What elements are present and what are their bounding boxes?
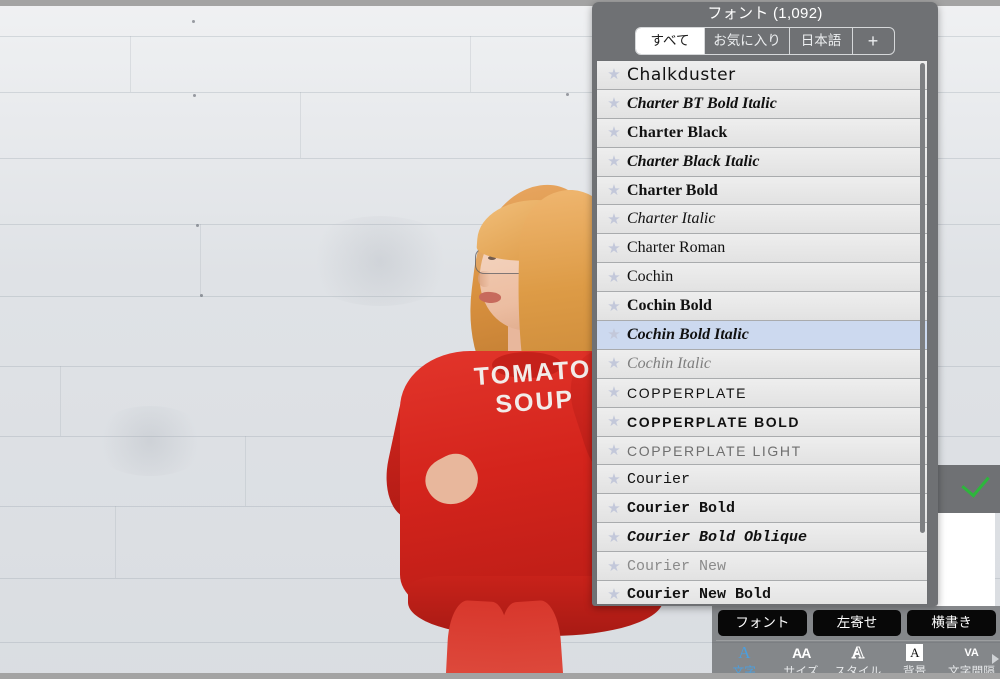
sweater-collar (492, 352, 562, 378)
direction-button[interactable]: 横書き (907, 610, 997, 636)
font-name-label: Cochin Bold (627, 297, 712, 315)
font-list-item-selected[interactable]: ★ Cochin Bold Italic (597, 321, 927, 350)
favorite-star-icon[interactable]: ★ (603, 443, 625, 458)
brick-joint (300, 92, 301, 158)
favorite-star-icon[interactable]: ★ (603, 183, 625, 198)
brick-joint (115, 506, 116, 578)
font-name-label: Copperplate (627, 384, 748, 401)
font-name-label: Cochin (627, 268, 674, 286)
font-list-item[interactable]: ★ Copperplate Bold (597, 407, 927, 437)
font-list-item[interactable]: ★ Copperplate Light (597, 436, 927, 466)
wall-texture (90, 406, 210, 476)
wall-speck (196, 224, 199, 227)
font-list-item[interactable]: ★ Charter Bold (597, 176, 927, 206)
panel-title: フォント (1,092) (707, 5, 823, 22)
brick-joint (470, 36, 471, 92)
font-list-item[interactable]: ★ Charter BT Bold Italic (597, 89, 927, 119)
font-name-label: Courier Bold (627, 499, 736, 517)
font-list-item[interactable]: ★ Courier New Bold (597, 581, 927, 604)
favorite-star-icon[interactable]: ★ (603, 96, 625, 111)
font-name-label: Courier New Bold (627, 586, 772, 604)
favorite-star-icon[interactable]: ★ (603, 587, 625, 602)
double-a-icon: AA (792, 645, 811, 661)
favorite-star-icon[interactable]: ★ (603, 356, 625, 371)
favorite-star-icon[interactable]: ★ (603, 414, 625, 429)
favorite-star-icon[interactable]: ★ (603, 67, 625, 82)
color-confirm-panel[interactable] (930, 465, 1000, 513)
font-name-label: Charter Italic (627, 210, 716, 228)
font-name-label: Charter BT Bold Italic (627, 94, 777, 112)
font-name-label: Cochin Italic (627, 354, 711, 372)
wall-speck (200, 294, 203, 297)
favorite-star-icon[interactable]: ★ (603, 501, 625, 516)
font-list-item[interactable]: ★ Cochin Bold (597, 292, 927, 322)
favorite-star-icon[interactable]: ★ (603, 241, 625, 256)
brick-joint (200, 224, 201, 296)
wall-speck (192, 20, 195, 23)
filter-tab-favorites[interactable]: お気に入り (705, 28, 790, 54)
font-list-item[interactable]: ★ Courier (597, 465, 927, 495)
color-swatch-white[interactable] (935, 513, 995, 606)
leg-left (436, 599, 510, 673)
font-list-item[interactable]: ★ Charter Roman (597, 234, 927, 264)
font-name-label: Courier Bold Oblique (627, 528, 808, 546)
brick-joint (60, 366, 61, 436)
letter-a-icon: A (738, 643, 751, 662)
brick-joint (245, 436, 246, 506)
add-filter-button[interactable]: + (853, 28, 893, 54)
wall-speck (566, 93, 569, 96)
font-list[interactable]: ★ Chalkduster ★ Charter BT Bold Italic ★ Ch… (596, 60, 928, 605)
font-list-item[interactable]: ★ Courier New (597, 552, 927, 582)
font-name-label: Chalkduster (627, 64, 736, 85)
filter-tab-japanese[interactable]: 日本語 (790, 28, 853, 54)
chevron-right-icon[interactable] (992, 654, 999, 664)
wall-speck (193, 94, 196, 97)
font-name-label: Copperplate Light (627, 442, 802, 459)
font-picker-panel: フォント (1,092) すべて お気に入り 日本語 + ★ Chalkduste… (592, 2, 938, 606)
font-list-item[interactable]: ★ Cochin (597, 263, 927, 293)
favorite-star-icon[interactable]: ★ (603, 270, 625, 285)
font-list-item[interactable]: ★ Chalkduster (597, 61, 927, 90)
font-list-item[interactable]: ★ Charter Italic (597, 205, 927, 235)
font-name-label: Charter Bold (627, 181, 718, 199)
checkmark-icon[interactable] (961, 468, 990, 498)
favorite-star-icon[interactable]: ★ (603, 299, 625, 314)
font-list-scrollbar[interactable] (920, 63, 925, 533)
font-name-label: Courier (627, 470, 691, 488)
app-root: TOMATO SOUP フォント (1,092) すべて お気に入り 日本語 +… (0, 0, 1000, 679)
favorite-star-icon[interactable]: ★ (603, 154, 625, 169)
favorite-star-icon[interactable]: ★ (603, 530, 625, 545)
align-button[interactable]: 左寄せ (812, 610, 902, 636)
font-list-item[interactable]: ★ Courier Bold Oblique (597, 523, 927, 553)
text-format-toolbar: フォント 左寄せ 横書き A 文字 AA サイズ A スタイル A 背景 VA (712, 606, 1000, 679)
favorite-star-icon[interactable]: ★ (603, 212, 625, 227)
font-list-item[interactable]: ★ Copperplate (597, 378, 927, 408)
font-name-label: Copperplate Bold (627, 413, 801, 430)
legs (435, 599, 615, 673)
filter-tab-all[interactable]: すべて (636, 28, 705, 54)
favorite-star-icon[interactable]: ★ (603, 125, 625, 140)
font-button[interactable]: フォント (718, 610, 807, 636)
favorite-star-icon[interactable]: ★ (603, 472, 625, 487)
font-list-item[interactable]: ★ Courier Bold (597, 494, 927, 524)
favorite-star-icon[interactable]: ★ (603, 327, 625, 342)
font-name-label: Courier New (627, 557, 727, 575)
font-filter-segmented-control[interactable]: すべて お気に入り 日本語 + (635, 27, 895, 55)
font-name-label: Charter Black (627, 123, 728, 141)
format-button-row: フォント 左寄せ 横書き (718, 610, 997, 636)
font-list-item[interactable]: ★ Charter Black (597, 118, 927, 148)
bottom-strip (0, 673, 1000, 679)
favorite-star-icon[interactable]: ★ (603, 385, 625, 400)
boxed-a-icon: A (906, 644, 924, 661)
font-list-item[interactable]: ★ Cochin Italic (597, 349, 927, 379)
font-name-label: Charter Roman (627, 239, 726, 257)
font-name-label: Charter Black Italic (627, 152, 760, 170)
favorite-star-icon[interactable]: ★ (603, 559, 625, 574)
leg-right (498, 599, 576, 673)
font-list-item[interactable]: ★ Charter Black Italic (597, 147, 927, 177)
outlined-a-icon: A (851, 643, 865, 663)
brick-joint (130, 36, 131, 92)
font-name-label: Cochin Bold Italic (627, 325, 749, 343)
